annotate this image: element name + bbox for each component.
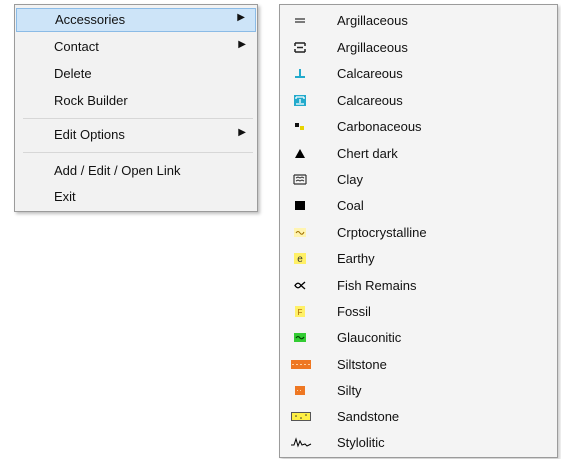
- menu-item-label: Edit Options: [54, 127, 125, 142]
- submenu-item-label: Siltstone: [337, 357, 387, 372]
- siltstone-icon: [291, 358, 311, 371]
- menu-item-contact[interactable]: Contact ▶: [16, 35, 256, 59]
- submenu-item-label: Argillaceous: [337, 13, 408, 28]
- menu-item-exit[interactable]: Exit: [16, 185, 256, 209]
- submenu-item-sandstone[interactable]: Sandstone: [281, 404, 556, 430]
- submenu-item-chert-dark[interactable]: Chert dark: [281, 141, 556, 167]
- menu-item-rock-builder[interactable]: Rock Builder: [16, 89, 256, 113]
- submenu-item-fish-remains[interactable]: Fish Remains: [281, 273, 556, 299]
- menu-item-add-edit-open-link[interactable]: Add / Edit / Open Link: [16, 159, 256, 183]
- submenu-item-stylolitic[interactable]: Stylolitic: [281, 430, 556, 456]
- triangle-icon: [293, 147, 307, 160]
- clay-icon: [293, 173, 307, 186]
- menu-item-label: Exit: [54, 189, 76, 204]
- submenu-item-label: Coal: [337, 198, 364, 213]
- submenu-item-label: Crptocrystalline: [337, 225, 427, 240]
- silty-icon: [293, 384, 307, 397]
- submenu-item-crptocrystalline[interactable]: Crptocrystalline: [281, 220, 556, 246]
- accessories-submenu: Argillaceous Argillaceous Calcareous Cal…: [279, 4, 558, 458]
- menu-item-label: Contact: [54, 39, 99, 54]
- coal-square-icon: [293, 199, 307, 212]
- calcareous-t-icon: [293, 67, 307, 80]
- submenu-item-glauconitic[interactable]: Glauconitic: [281, 325, 556, 351]
- submenu-item-label: Carbonaceous: [337, 119, 422, 134]
- submenu-item-argillaceous[interactable]: Argillaceous: [281, 35, 556, 61]
- submenu-item-carbonaceous[interactable]: Carbonaceous: [281, 114, 556, 140]
- submenu-arrow-icon: ▶: [238, 127, 246, 138]
- submenu-item-siltstone[interactable]: Siltstone: [281, 352, 556, 378]
- submenu-item-label: Earthy: [337, 251, 375, 266]
- submenu-item-label: Glauconitic: [337, 330, 402, 345]
- menu-item-delete[interactable]: Delete: [16, 62, 256, 86]
- glauconitic-icon: [293, 331, 307, 344]
- menu-item-label: Add / Edit / Open Link: [54, 163, 181, 178]
- submenu-item-earthy[interactable]: e Earthy: [281, 246, 556, 272]
- submenu-item-clay[interactable]: Clay: [281, 167, 556, 193]
- menu-separator: [23, 118, 253, 119]
- submenu-item-label: Sandstone: [337, 409, 400, 424]
- submenu-item-calcareous[interactable]: Calcareous: [281, 88, 556, 114]
- submenu-item-coal[interactable]: Coal: [281, 193, 556, 219]
- submenu-item-label: Chert dark: [337, 146, 398, 161]
- submenu-item-calcareous[interactable]: Calcareous: [281, 61, 556, 87]
- sandstone-icon: [291, 410, 311, 423]
- submenu-item-label: Clay: [337, 172, 364, 187]
- submenu-item-label: Calcareous: [337, 66, 403, 81]
- menu-item-accessories[interactable]: Accessories ▶: [16, 8, 256, 32]
- argillaceous-bracket-icon: [293, 41, 307, 54]
- fossil-icon: F: [293, 305, 307, 318]
- submenu-item-label: Silty: [337, 383, 362, 398]
- menu-item-label: Rock Builder: [54, 93, 128, 108]
- submenu-item-label: Argillaceous: [337, 40, 408, 55]
- submenu-item-label: Fish Remains: [337, 278, 417, 293]
- earthy-e-icon: e: [293, 252, 307, 265]
- svg-text:e: e: [297, 254, 303, 265]
- context-menu: Accessories ▶ Contact ▶ Delete Rock Buil…: [14, 4, 258, 212]
- submenu-item-label: Calcareous: [337, 93, 403, 108]
- submenu-item-label: Stylolitic: [337, 435, 385, 450]
- submenu-arrow-icon: ▶: [238, 39, 246, 50]
- svg-text:F: F: [298, 308, 303, 317]
- menu-separator: [23, 152, 253, 153]
- menu-item-label: Delete: [54, 66, 92, 81]
- submenu-item-silty[interactable]: Silty: [281, 378, 556, 404]
- calcareous-box-icon: [293, 94, 307, 107]
- stylolitic-icon: [290, 436, 312, 449]
- submenu-item-label: Fossil: [337, 304, 371, 319]
- menu-item-label: Accessories: [55, 12, 126, 27]
- menu-item-edit-options[interactable]: Edit Options ▶: [16, 123, 256, 147]
- crypto-icon: [293, 226, 307, 239]
- submenu-item-fossil[interactable]: F Fossil: [281, 299, 556, 325]
- submenu-arrow-icon: ▶: [237, 12, 245, 23]
- fish-icon: [293, 279, 307, 292]
- carbonaceous-dots-icon: [293, 120, 307, 133]
- argillaceous-dash-icon: [293, 14, 307, 27]
- submenu-item-argillaceous[interactable]: Argillaceous: [281, 8, 556, 34]
